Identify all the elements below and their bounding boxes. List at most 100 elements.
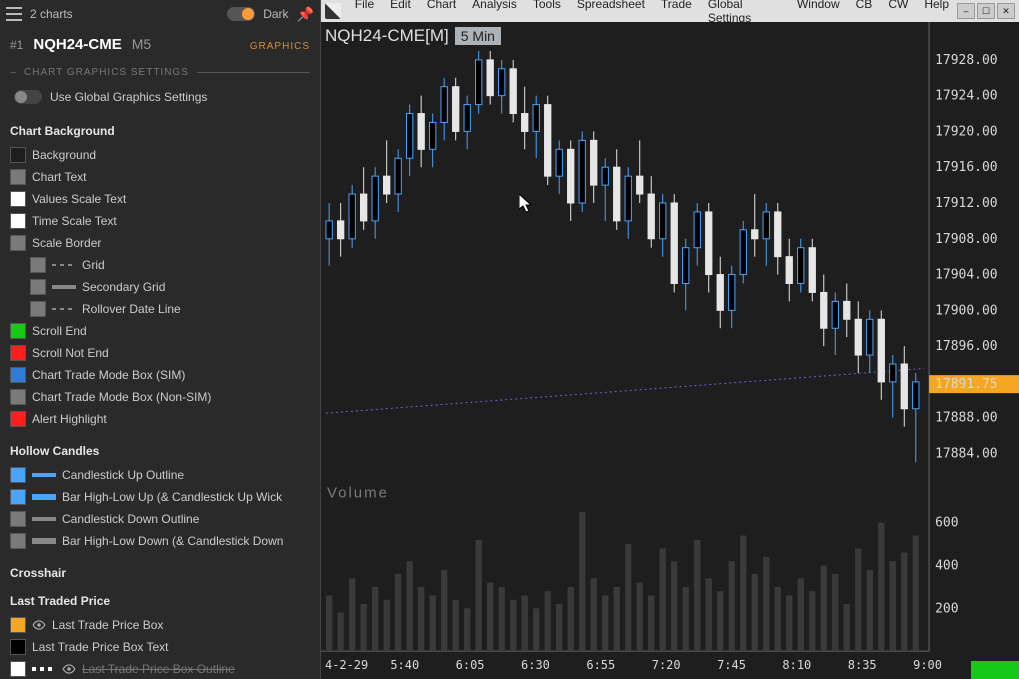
line-preview bbox=[32, 494, 56, 500]
group-crosshair: Crosshair bbox=[10, 566, 310, 580]
section-chart-graphics: CHART GRAPHICS SETTINGS bbox=[0, 61, 320, 84]
color-swatch[interactable] bbox=[10, 213, 26, 229]
setting-label: Last Trade Price Box Outline bbox=[82, 662, 235, 676]
setting-row[interactable]: Rollover Date Line bbox=[10, 298, 310, 320]
setting-label: Secondary Grid bbox=[82, 280, 165, 294]
window-min-icon[interactable]: – bbox=[957, 3, 975, 19]
window-max-icon[interactable]: ☐ bbox=[977, 3, 995, 19]
sidebar-title: 2 charts bbox=[30, 7, 73, 21]
setting-label: Candlestick Down Outline bbox=[62, 512, 199, 526]
svg-text:17891.75: 17891.75 bbox=[935, 377, 997, 392]
svg-text:17908.00: 17908.00 bbox=[935, 232, 997, 247]
line-preview bbox=[32, 538, 56, 544]
setting-row[interactable]: Chart Text bbox=[10, 166, 310, 188]
color-swatch[interactable] bbox=[10, 367, 26, 383]
window-close-icon[interactable]: ✕ bbox=[997, 3, 1015, 19]
setting-row[interactable]: Alert Highlight bbox=[10, 408, 310, 430]
svg-text:17920.00: 17920.00 bbox=[935, 124, 997, 139]
setting-label: Scroll End bbox=[32, 324, 87, 338]
setting-label: Background bbox=[32, 148, 96, 162]
color-swatch[interactable] bbox=[10, 345, 26, 361]
color-swatch[interactable] bbox=[10, 147, 26, 163]
setting-row[interactable]: Scroll End bbox=[10, 320, 310, 342]
color-swatch[interactable] bbox=[10, 511, 26, 527]
chart-title: NQH24-CME[M] bbox=[325, 26, 449, 46]
switch-use-global[interactable] bbox=[14, 90, 42, 104]
color-swatch[interactable] bbox=[10, 467, 26, 483]
setting-label: Last Trade Price Box Text bbox=[32, 640, 169, 654]
color-swatch[interactable] bbox=[30, 279, 46, 295]
svg-text:17896.00: 17896.00 bbox=[935, 339, 997, 354]
setting-label: Bar High-Low Up (& Candlestick Up Wick bbox=[62, 490, 282, 504]
setting-row[interactable]: Scale Border bbox=[10, 232, 310, 254]
setting-row[interactable]: Last Trade Price Box bbox=[10, 614, 310, 636]
setting-label: Scale Border bbox=[32, 236, 101, 250]
group-hollow-candles: Hollow Candles bbox=[10, 444, 310, 458]
svg-text:7:20: 7:20 bbox=[652, 658, 681, 672]
chart-timeframe-badge[interactable]: 5 Min bbox=[455, 27, 501, 45]
setting-label: Rollover Date Line bbox=[82, 302, 181, 316]
color-swatch[interactable] bbox=[10, 639, 26, 655]
svg-text:9:00: 9:00 bbox=[913, 658, 942, 672]
chart-symbol: NQH24-CME bbox=[33, 36, 121, 53]
setting-row[interactable]: Chart Trade Mode Box (SIM) bbox=[10, 364, 310, 386]
svg-text:6:55: 6:55 bbox=[586, 658, 615, 672]
color-swatch[interactable] bbox=[10, 661, 26, 677]
color-swatch[interactable] bbox=[30, 257, 46, 273]
chart-timeframe: M5 bbox=[132, 36, 151, 52]
menubar: FileEditChartAnalysisToolsSpreadsheetTra… bbox=[321, 0, 1019, 22]
color-swatch[interactable] bbox=[10, 533, 26, 549]
label-use-global: Use Global Graphics Settings bbox=[50, 90, 207, 104]
mode-graphics[interactable]: GRAPHICS bbox=[250, 41, 310, 52]
setting-row[interactable]: Secondary Grid bbox=[10, 276, 310, 298]
setting-label: Chart Text bbox=[32, 170, 86, 184]
menu-icon[interactable] bbox=[6, 7, 22, 21]
line-preview bbox=[32, 667, 56, 671]
scroll-end-badge bbox=[971, 661, 1019, 679]
setting-row[interactable]: Bar High-Low Up (& Candlestick Up Wick bbox=[10, 486, 310, 508]
visibility-icon[interactable] bbox=[32, 618, 46, 632]
svg-text:17904.00: 17904.00 bbox=[935, 268, 997, 283]
color-swatch[interactable] bbox=[10, 411, 26, 427]
svg-text:17912.00: 17912.00 bbox=[935, 196, 997, 211]
line-preview bbox=[32, 473, 56, 477]
color-swatch[interactable] bbox=[10, 191, 26, 207]
color-swatch[interactable] bbox=[10, 489, 26, 505]
setting-row[interactable]: Background bbox=[10, 144, 310, 166]
color-swatch[interactable] bbox=[10, 617, 26, 633]
svg-text:200: 200 bbox=[935, 601, 958, 616]
svg-text:400: 400 bbox=[935, 558, 958, 573]
visibility-icon[interactable] bbox=[62, 662, 76, 676]
svg-text:8:10: 8:10 bbox=[782, 658, 811, 672]
color-swatch[interactable] bbox=[10, 235, 26, 251]
color-swatch[interactable] bbox=[10, 389, 26, 405]
setting-row[interactable]: Last Trade Price Box Text bbox=[10, 636, 310, 658]
svg-text:6:30: 6:30 bbox=[521, 658, 550, 672]
price-chart[interactable]: 17928.0017924.0017920.0017916.0017912.00… bbox=[321, 22, 1019, 678]
theme-label: Dark bbox=[263, 7, 288, 21]
setting-row[interactable]: Chart Trade Mode Box (Non-SIM) bbox=[10, 386, 310, 408]
svg-text:17928.00: 17928.00 bbox=[935, 53, 997, 68]
theme-toggle[interactable] bbox=[227, 7, 255, 21]
setting-label: Time Scale Text bbox=[32, 214, 117, 228]
setting-row[interactable]: Time Scale Text bbox=[10, 210, 310, 232]
row-use-global[interactable]: Use Global Graphics Settings bbox=[0, 84, 320, 110]
setting-row[interactable]: Grid bbox=[10, 254, 310, 276]
setting-row[interactable]: Scroll Not End bbox=[10, 342, 310, 364]
setting-row[interactable]: Last Trade Price Box Outline bbox=[10, 658, 310, 679]
color-swatch[interactable] bbox=[10, 169, 26, 185]
setting-row[interactable]: Candlestick Down Outline bbox=[10, 508, 310, 530]
color-swatch[interactable] bbox=[10, 323, 26, 339]
app-icon bbox=[325, 3, 341, 19]
group-last-traded-price: Last Traded Price bbox=[10, 594, 310, 608]
chart-area[interactable]: NQH24-CME[M] 5 Min 17928.0017924.0017920… bbox=[321, 22, 1019, 679]
svg-text:Volume: Volume bbox=[327, 484, 389, 501]
setting-row[interactable]: Bar High-Low Down (& Candlestick Down bbox=[10, 530, 310, 552]
setting-label: Chart Trade Mode Box (SIM) bbox=[32, 368, 185, 382]
svg-text:17884.00: 17884.00 bbox=[935, 446, 997, 461]
pin-icon[interactable]: 📌 bbox=[297, 6, 314, 23]
setting-row[interactable]: Candlestick Up Outline bbox=[10, 464, 310, 486]
setting-row[interactable]: Values Scale Text bbox=[10, 188, 310, 210]
color-swatch[interactable] bbox=[30, 301, 46, 317]
svg-text:600: 600 bbox=[935, 516, 958, 531]
